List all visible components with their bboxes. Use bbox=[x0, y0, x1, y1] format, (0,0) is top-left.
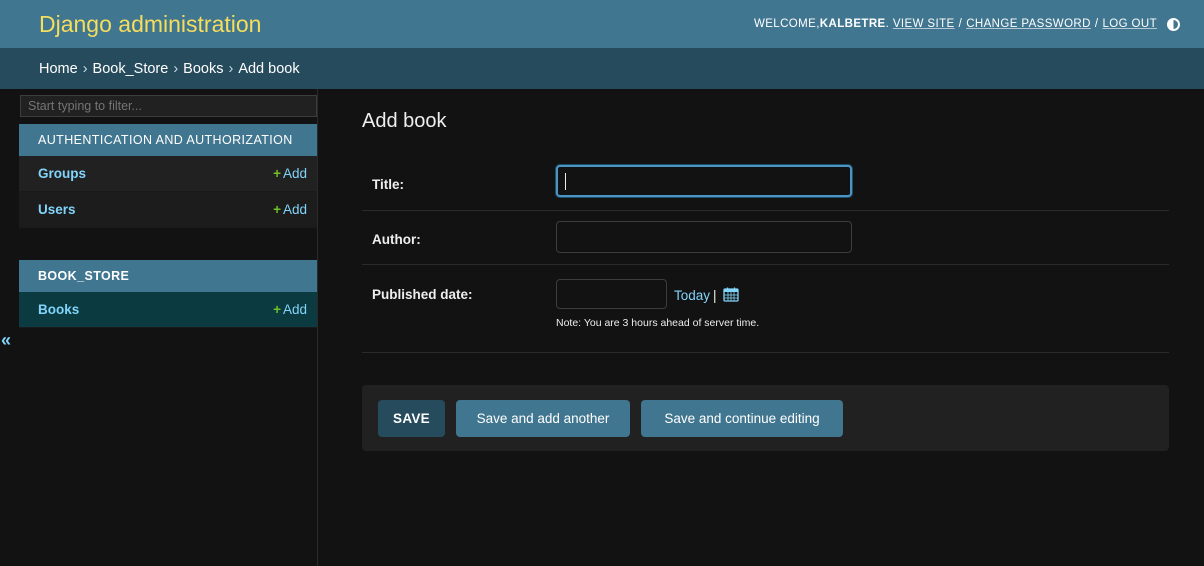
submit-row: SAVE Save and add another Save and conti… bbox=[362, 385, 1169, 451]
user-tools-separator: / bbox=[1094, 18, 1099, 30]
module-caption-book-store[interactable]: BOOK_STORE bbox=[19, 260, 317, 292]
double-chevron-left-icon[interactable]: « bbox=[1, 330, 11, 351]
view-site-link[interactable]: VIEW SITE bbox=[893, 18, 955, 30]
breadcrumb-separator: › bbox=[228, 60, 234, 77]
sidebar-item-label[interactable]: Groups bbox=[38, 166, 86, 181]
header: Django administration WELCOME, KALBETRE.… bbox=[0, 0, 1204, 48]
sidebar-item-label[interactable]: Books bbox=[38, 302, 79, 317]
today-label: Today bbox=[674, 288, 711, 303]
add-groups-link[interactable]: + Add bbox=[273, 166, 307, 181]
author-label: Author: bbox=[372, 232, 421, 247]
add-users-link[interactable]: + Add bbox=[273, 202, 307, 217]
breadcrumb-separator: › bbox=[173, 60, 179, 77]
username: KALBETRE bbox=[819, 18, 886, 30]
form-row-title: Title: bbox=[362, 155, 1169, 211]
breadcrumb-separator: › bbox=[82, 60, 88, 77]
text-caret bbox=[565, 173, 566, 190]
today-separator: | bbox=[713, 288, 717, 303]
save-and-add-another-button[interactable]: Save and add another bbox=[456, 400, 630, 437]
breadcrumb-current: Add book bbox=[238, 60, 300, 77]
published-date-label: Published date: bbox=[372, 287, 473, 302]
sidebar-item-groups: Groups + Add bbox=[19, 156, 317, 192]
author-field[interactable] bbox=[556, 221, 852, 253]
sidebar-item-books: Books + Add bbox=[19, 292, 317, 328]
breadcrumb-books[interactable]: Books bbox=[183, 61, 223, 77]
plus-icon: + bbox=[273, 302, 281, 317]
log-out-link[interactable]: LOG OUT bbox=[1102, 18, 1157, 30]
plus-icon: + bbox=[273, 166, 281, 181]
welcome-prefix: WELCOME, bbox=[753, 18, 820, 30]
nav-filter-input[interactable] bbox=[20, 95, 317, 117]
module-caption-auth[interactable]: AUTHENTICATION AND AUTHORIZATION bbox=[19, 124, 317, 156]
add-label: Add bbox=[282, 302, 307, 317]
add-books-link[interactable]: + Add bbox=[273, 302, 307, 317]
nav-sidebar: AUTHENTICATION AND AUTHORIZATION Groups … bbox=[19, 89, 318, 566]
site-brand[interactable]: Django administration bbox=[39, 11, 261, 38]
form-row-published-date: Published date: Today | Note: You are 3 h… bbox=[362, 265, 1169, 353]
form-row-author: Author: bbox=[362, 211, 1169, 265]
page-title: Add book bbox=[362, 110, 447, 132]
welcome-suffix: . bbox=[885, 18, 890, 30]
title-label: Title: bbox=[372, 177, 405, 192]
user-tools: WELCOME, KALBETRE. VIEW SITE / CHANGE PA… bbox=[753, 17, 1180, 31]
today-link[interactable]: Today | bbox=[674, 288, 717, 303]
calendar-icon[interactable] bbox=[723, 287, 739, 302]
breadcrumb-book-store[interactable]: Book_Store bbox=[93, 61, 169, 77]
sidebar-item-label[interactable]: Users bbox=[38, 202, 76, 217]
breadcrumb: Home › Book_Store › Books › Add book bbox=[0, 48, 1204, 89]
timezone-note: Note: You are 3 hours ahead of server ti… bbox=[556, 317, 760, 329]
save-and-continue-button[interactable]: Save and continue editing bbox=[641, 400, 843, 437]
change-password-link[interactable]: CHANGE PASSWORD bbox=[966, 18, 1091, 30]
user-tools-separator: / bbox=[958, 18, 963, 30]
title-field[interactable] bbox=[556, 165, 852, 197]
sidebar-item-users: Users + Add bbox=[19, 192, 317, 228]
add-label: Add bbox=[282, 202, 307, 217]
plus-icon: + bbox=[273, 202, 281, 217]
theme-toggle-icon[interactable] bbox=[1167, 17, 1180, 31]
breadcrumb-home[interactable]: Home bbox=[39, 61, 78, 77]
published-date-field[interactable] bbox=[556, 279, 667, 309]
save-button[interactable]: SAVE bbox=[378, 400, 445, 437]
add-label: Add bbox=[282, 166, 307, 181]
